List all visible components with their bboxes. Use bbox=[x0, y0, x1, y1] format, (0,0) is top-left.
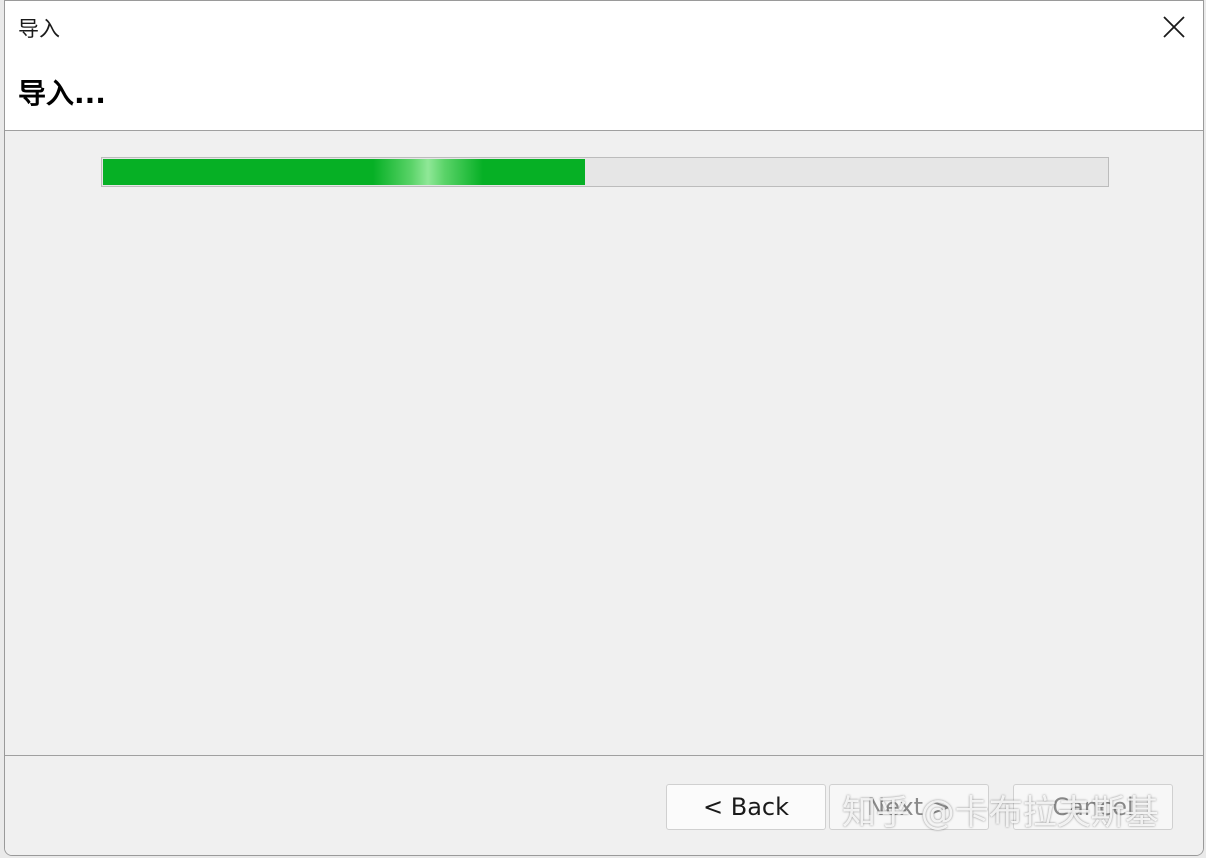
wizard-footer: < Back Next > Cancel bbox=[5, 755, 1203, 855]
close-button[interactable] bbox=[1145, 1, 1203, 53]
wizard-content bbox=[5, 131, 1203, 755]
wizard-header: 导入... bbox=[5, 57, 1203, 131]
page-title: 导入... bbox=[18, 77, 106, 110]
close-icon bbox=[1163, 16, 1185, 38]
progress-shine bbox=[373, 159, 483, 185]
cancel-button[interactable]: Cancel bbox=[1013, 784, 1173, 830]
next-button[interactable]: Next > bbox=[829, 784, 989, 830]
import-progress-bar bbox=[101, 157, 1109, 187]
import-dialog: 导入 导入... < Back Next > Cancel bbox=[4, 0, 1204, 856]
progress-fill bbox=[103, 159, 585, 185]
window-title: 导入 bbox=[18, 17, 60, 41]
title-bar: 导入 bbox=[5, 1, 1203, 57]
back-button[interactable]: < Back bbox=[666, 784, 826, 830]
